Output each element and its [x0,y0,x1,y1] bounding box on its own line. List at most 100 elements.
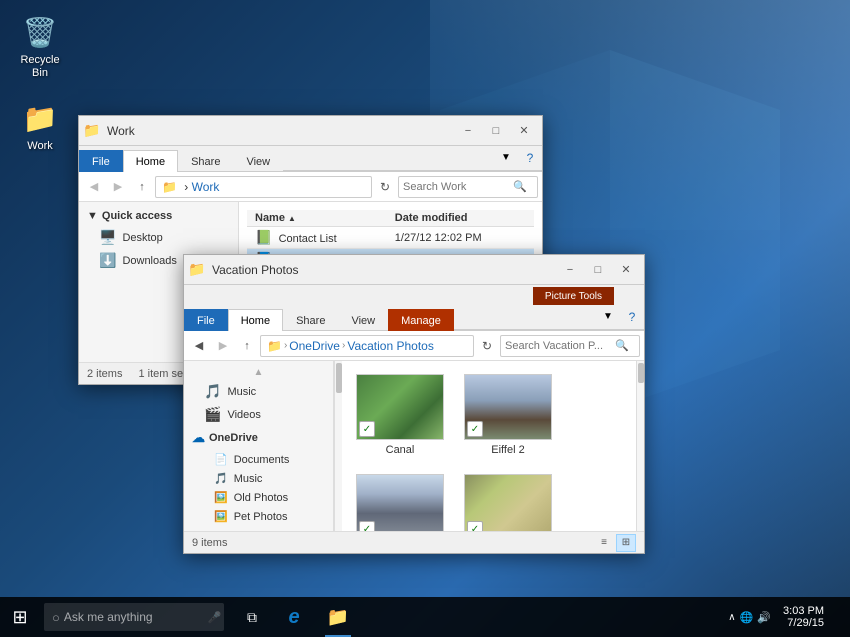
work-path-folder-icon: 📁 [162,180,177,194]
desktop-folder-icon: 🖥️ [99,229,116,246]
taskbar-mic-icon: 🎤 [208,611,222,624]
start-button[interactable]: ⊞ [0,597,40,637]
sidebar-music[interactable]: 🎵 Music [184,380,333,403]
photo-tile-eiffel2[interactable]: ✓ Eiffel 2 [458,369,558,461]
sidebar-scroll-up[interactable]: ▲ [184,365,333,380]
work-address-path[interactable]: 📁 › Work [155,176,372,198]
taskbar: ⊞ ○ 🎤 ⧉ e 📁 ∧ 🌐 🔊 3:03 PM 7/29/15 [0,597,850,637]
vacation-tab-file[interactable]: File [184,309,228,331]
vacation-explorer-window: 📁 Vacation Photos − □ ✕ Picture Tools Fi… [183,254,645,554]
sidebar-videos-label: Videos [227,409,260,421]
sidebar-scrollbar[interactable] [334,361,342,531]
work-folder-icon[interactable]: 📁 Work [8,94,72,157]
od-music-icon: 🎵 [214,472,228,485]
work-quick-access-label: Quick access [102,210,172,222]
taskbar-notifications[interactable] [830,597,842,637]
vacation-view-buttons: ≡ ⊞ [594,534,636,552]
taskbar-tray-expand[interactable]: ∧ [728,612,735,623]
work-window-title: Work [107,124,454,138]
work-forward-button[interactable]: ▶ [107,176,129,198]
sidebar-onedrive-items: 📄 Documents 🎵 Music 🖼️ Old Photos 🖼️ Pet… [184,450,333,531]
work-quick-access-header[interactable]: ▼ Quick access [79,206,238,226]
taskbar-task-view[interactable]: ⧉ [232,597,272,637]
work-quick-access-arrow: ▼ [87,210,98,222]
work-search-icon[interactable]: 🔍 [513,180,527,193]
work-minimize-button[interactable]: − [454,117,482,145]
vacation-tab-manage[interactable]: Manage [388,309,454,331]
work-folder-image: 📁 [20,98,60,138]
taskbar-network-icon[interactable]: 🌐 [740,611,754,624]
work-col-name[interactable]: Name ▲ [247,210,387,227]
work-file-row-contact[interactable]: 📗 Contact List 1/27/12 12:02 PM [247,227,534,249]
vacation-maximize-button[interactable]: □ [584,256,612,284]
vacation-view-grid[interactable]: ⊞ [616,534,636,552]
work-window-controls: − □ ✕ [454,117,538,145]
taskbar-search[interactable]: ○ 🎤 [44,603,224,631]
sidebar-videos[interactable]: 🎬 Videos [184,403,333,426]
taskbar-file-explorer[interactable]: 📁 [316,597,360,637]
vacation-path-vacation[interactable]: Vacation Photos [347,339,434,353]
sidebar-onedrive-header[interactable]: ☁ OneDrive [184,426,333,450]
sidebar-od-music[interactable]: 🎵 Music [194,469,333,488]
taskbar-edge[interactable]: e [272,597,316,637]
work-path-work[interactable]: Work [192,180,220,194]
sidebar-od-old-photos[interactable]: 🖼️ Old Photos [194,488,333,507]
vacation-file-area: ✓ Canal ✓ Eiffel 2 ✓ Eiffel Tower [342,361,636,531]
vacation-tab-share[interactable]: Share [283,309,338,331]
work-tab-view[interactable]: View [233,150,283,172]
vacation-view-list[interactable]: ≡ [594,534,614,552]
work-sidebar-desktop[interactable]: 🖥️ Desktop [79,226,238,249]
od-pet-photos-label: Pet Photos [234,511,288,523]
vacation-forward-button[interactable]: ▶ [212,335,234,357]
vacation-close-button[interactable]: ✕ [612,256,640,284]
work-up-button[interactable]: ↑ [131,176,153,198]
vacation-up-button[interactable]: ↑ [236,335,258,357]
vacation-tab-home[interactable]: Home [228,309,283,331]
photo-tile-canal[interactable]: ✓ Canal [350,369,450,461]
work-address-bar: ◀ ▶ ↑ 📁 › Work ↻ 🔍 [79,172,542,202]
vacation-tab-view[interactable]: View [338,309,388,331]
work-path-text: › [181,180,192,194]
vacation-address-path[interactable]: 📁 › OneDrive › Vacation Photos [260,335,474,357]
vacation-search-input[interactable] [505,340,615,352]
photo-check-eiffel2: ✓ [467,421,483,437]
photo-tile-lozere[interactable]: ✓ Lozere [458,469,558,531]
videos-folder-icon: 🎬 [204,406,221,423]
vacation-search-icon[interactable]: 🔍 [615,339,629,352]
work-maximize-button[interactable]: □ [482,117,510,145]
work-tab-file[interactable]: File [79,150,123,172]
recycle-bin-icon[interactable]: 🗑️ Recycle Bin [8,8,72,84]
vacation-minimize-button[interactable]: − [556,256,584,284]
work-tab-home[interactable]: Home [123,150,178,172]
sidebar-od-pet-photos[interactable]: 🖼️ Pet Photos [194,507,333,526]
taskbar-volume-icon[interactable]: 🔊 [757,611,771,624]
work-close-button[interactable]: ✕ [510,117,538,145]
work-search-input[interactable] [403,181,513,193]
vacation-path-onedrive[interactable]: OneDrive [289,339,340,353]
taskbar-tray: ∧ 🌐 🔊 [722,611,777,624]
work-tab-share[interactable]: Share [178,150,233,172]
vacation-refresh-button[interactable]: ↻ [476,335,498,357]
vacation-help-button[interactable]: ? [620,304,644,330]
photo-tile-eiffel-tower[interactable]: ✓ Eiffel Tower [350,469,450,531]
photo-check-lozere: ✓ [467,521,483,531]
vacation-ribbon-expand[interactable]: ▼ [596,304,620,330]
taskbar-search-input[interactable] [64,610,204,624]
vacation-window-title: Vacation Photos [212,263,556,277]
sidebar-od-documents[interactable]: 📄 Documents [194,450,333,469]
work-ribbon-expand[interactable]: ▼ [494,145,518,171]
work-refresh-button[interactable]: ↻ [374,176,396,198]
work-col-modified[interactable]: Date modified [387,210,534,227]
taskbar-clock[interactable]: 3:03 PM 7/29/15 [777,605,830,629]
vacation-photo-grid: ✓ Canal ✓ Eiffel 2 ✓ Eiffel Tower [350,369,628,531]
od-documents-icon: 📄 [214,453,228,466]
vacation-search-box: 🔍 [500,335,640,357]
od-old-photos-label: Old Photos [234,492,288,504]
vacation-back-button[interactable]: ◀ [188,335,210,357]
picture-tools-label: Picture Tools [533,287,614,305]
vacation-ribbon-tabs: File Home Share View Manage ▼ ? [184,305,644,331]
taskbar-date: 7/29/15 [787,617,824,629]
work-back-button[interactable]: ◀ [83,176,105,198]
content-scrollbar[interactable] [636,361,644,531]
work-help-button[interactable]: ? [518,145,542,171]
